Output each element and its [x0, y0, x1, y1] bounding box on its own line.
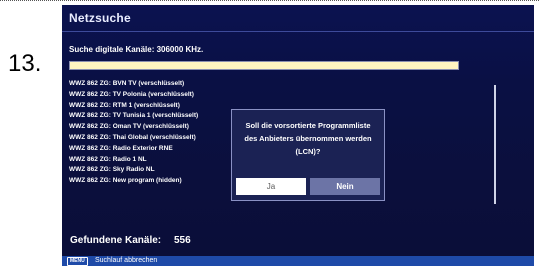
- tv-screen: Netzsuche Suche digitale Kanäle: 306000 …: [62, 5, 534, 266]
- channel-item: WWZ 862 ZG: TV Tunisia 1 (verschlüsselt): [69, 112, 199, 120]
- lcn-dialog: Soll die vorsortierte Programmliste des …: [231, 109, 385, 201]
- channel-item: WWZ 862 ZG: Radio Exterior RNE: [69, 144, 173, 152]
- dialog-line: Soll die vorsortierte Programmliste: [245, 121, 371, 130]
- progress-fill: [70, 62, 458, 69]
- channel-item: WWZ 862 ZG: RTM 1 (verschlüsselt): [69, 101, 180, 109]
- search-progress-bar: [69, 61, 459, 70]
- footer-bar: MENU Suchlauf abbrechen: [62, 256, 534, 266]
- channel-item: WWZ 862 ZG: Thai Global (verschlüsselt): [69, 133, 196, 141]
- found-channels-label: Gefundene Kanäle:: [70, 235, 162, 246]
- channel-item: WWZ 862 ZG: TV Polonia (verschlüsselt): [69, 90, 194, 98]
- no-button[interactable]: Nein: [310, 178, 380, 195]
- channel-item: WWZ 862 ZG: Radio 1 NL: [69, 155, 147, 163]
- channel-item: WWZ 862 ZG: New program (hidden): [69, 177, 182, 185]
- yes-button[interactable]: Ja: [236, 178, 306, 195]
- dialog-message: Soll die vorsortierte Programmliste des …: [232, 120, 384, 158]
- title-divider: [62, 31, 534, 32]
- menu-key-icon[interactable]: MENU: [67, 257, 88, 266]
- top-dotted-border: [0, 0, 539, 1]
- search-status: Suche digitale Kanäle: 306000 KHz.: [69, 45, 204, 54]
- found-channels-count: 556: [174, 235, 191, 246]
- channel-item: WWZ 862 ZG: Oman TV (verschlüsselt): [69, 123, 189, 131]
- channel-item: WWZ 862 ZG: Sky Radio NL: [69, 166, 155, 174]
- cancel-search-label: Suchlauf abbrechen: [95, 257, 158, 264]
- channel-list: WWZ 862 ZG: BVN TV (verschlüsselt) WWZ 8…: [69, 79, 198, 187]
- dialog-line: des Anbieters übernommen werden: [244, 133, 372, 143]
- step-number: 13.: [8, 50, 42, 77]
- channel-item: WWZ 862 ZG: BVN TV (verschlüsselt): [69, 80, 185, 87]
- screen-title: Netzsuche: [69, 11, 131, 25]
- dialog-line: (LCN)?: [295, 146, 321, 156]
- list-scrollbar[interactable]: [494, 85, 496, 204]
